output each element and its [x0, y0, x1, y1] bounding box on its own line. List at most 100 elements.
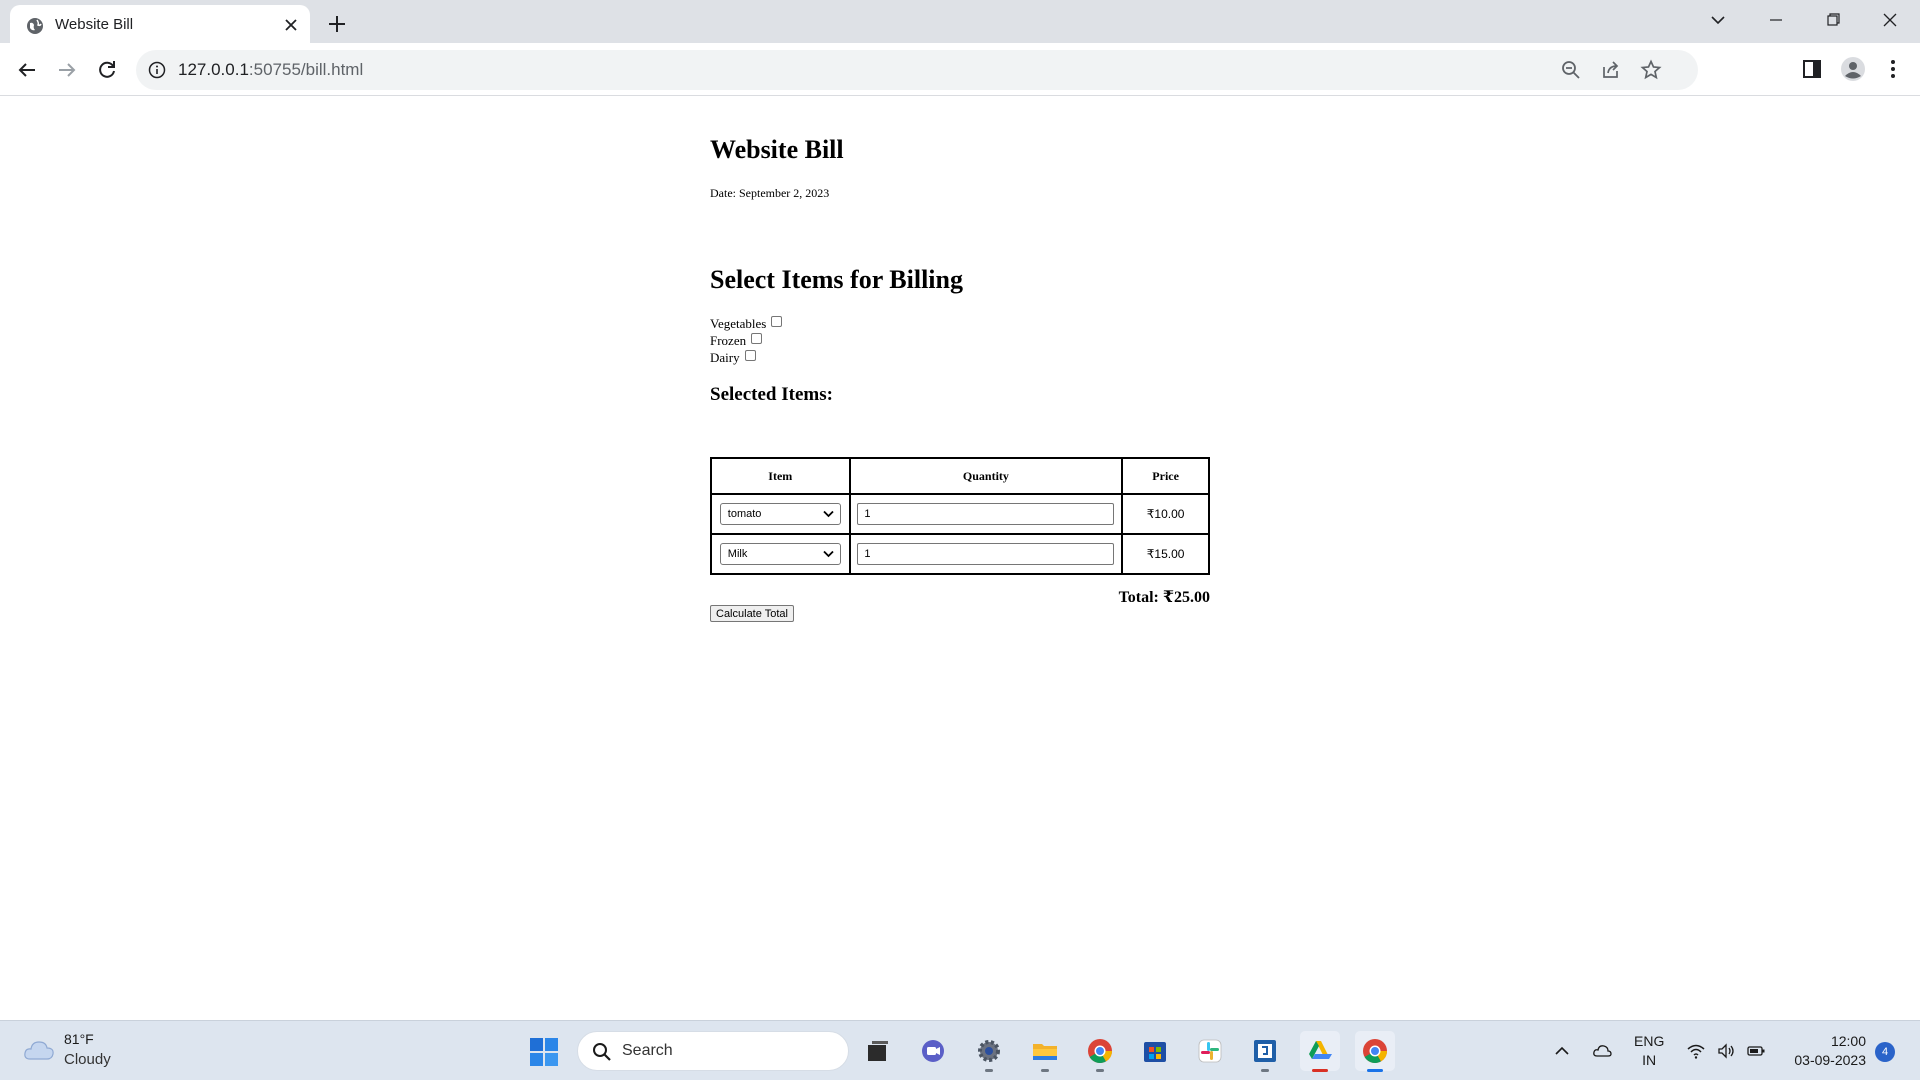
store-app[interactable] [1135, 1031, 1175, 1071]
wifi-icon[interactable] [1686, 1041, 1706, 1061]
video-chat-icon [922, 1040, 944, 1062]
system-clock[interactable]: 12:00 03-09-2023 [1794, 1032, 1866, 1070]
chrome-icon [1363, 1039, 1387, 1064]
notification-badge[interactable]: 4 [1875, 1042, 1895, 1062]
selected-items-heading: Selected Items: [710, 384, 833, 405]
minimize-icon[interactable] [1764, 8, 1788, 32]
item-select-value: tomato [727, 508, 762, 520]
editor-icon [1254, 1040, 1276, 1062]
drive-icon [1309, 1041, 1332, 1059]
profile-avatar-icon[interactable] [1840, 56, 1866, 82]
bill-table: Item Quantity Price tomato 1 ₹10.00 Milk… [710, 457, 1210, 575]
language-indicator[interactable]: ENG IN [1634, 1032, 1664, 1070]
clock-time: 12:00 [1830, 1033, 1866, 1049]
item-cell: tomato [711, 494, 850, 534]
item-select[interactable]: Milk [719, 543, 841, 565]
url-host: 127.0.0.1 [178, 60, 249, 79]
category-label: Dairy [710, 350, 740, 365]
table-row: Milk 1 ₹15.00 [711, 534, 1209, 574]
slack-icon [1198, 1039, 1222, 1063]
windows-start-icon[interactable] [529, 1037, 559, 1067]
page-title: Website Bill [710, 135, 844, 164]
side-panel-icon[interactable] [1799, 56, 1825, 82]
slack-app[interactable] [1190, 1031, 1230, 1071]
globe-icon [27, 18, 43, 34]
vegetables-checkbox[interactable] [771, 316, 783, 327]
back-arrow-icon[interactable] [13, 56, 41, 84]
bill-date: Date: September 2, 2023 [710, 186, 830, 200]
meet-app[interactable] [913, 1031, 953, 1071]
item-select-value: Milk [727, 548, 748, 560]
language-region: IN [1642, 1052, 1657, 1068]
drive-app[interactable] [1300, 1031, 1340, 1072]
store-icon [1144, 1042, 1166, 1062]
search-placeholder: Search [622, 1042, 673, 1059]
browser-toolbar: 127.0.0.1:50755/bill.html [0, 43, 1920, 96]
quantity-cell: 1 [849, 494, 1123, 534]
total-amount: Total: ₹25.00 [1118, 589, 1210, 606]
new-tab-button[interactable] [323, 10, 351, 38]
close-tab-icon[interactable] [282, 16, 300, 34]
web-page: Website Bill Date: September 2, 2023 Sel… [0, 97, 1920, 1020]
frozen-checkbox[interactable] [751, 333, 763, 344]
quantity-input[interactable]: 1 [857, 543, 1115, 565]
select-items-heading: Select Items for Billing [710, 265, 963, 294]
menu-kebab-icon[interactable] [1880, 56, 1906, 82]
windows-taskbar: 81°F Cloudy Search ENG IN 12:00 03-09-20… [0, 1020, 1920, 1080]
dairy-checkbox[interactable] [744, 350, 756, 361]
zoom-icon[interactable] [1560, 59, 1582, 81]
calculate-total-button[interactable]: Calculate Total [710, 605, 794, 622]
volume-icon[interactable] [1716, 1041, 1736, 1061]
folder-icon [1033, 1044, 1057, 1060]
price-cell: ₹15.00 [1122, 534, 1209, 574]
running-indicator [1041, 1069, 1049, 1072]
header-quantity: Quantity [849, 458, 1123, 494]
file-explorer-app[interactable] [1025, 1031, 1065, 1072]
table-row: tomato 1 ₹10.00 [711, 494, 1209, 534]
language-code: ENG [1634, 1033, 1665, 1049]
task-view-app[interactable] [858, 1031, 898, 1071]
chrome-active-app[interactable] [1355, 1031, 1395, 1072]
share-icon[interactable] [1600, 59, 1622, 81]
table-header-row: Item Quantity Price [711, 458, 1209, 494]
battery-icon[interactable] [1746, 1041, 1766, 1061]
category-dairy: Dairy [710, 350, 756, 366]
category-label: Frozen [710, 333, 747, 348]
item-cell: Milk [711, 534, 850, 574]
site-info-icon[interactable] [148, 61, 166, 79]
running-indicator [985, 1069, 993, 1072]
quantity-input[interactable]: 1 [857, 503, 1115, 525]
running-indicator [1261, 1069, 1269, 1072]
running-indicator [1312, 1069, 1328, 1072]
category-frozen: Frozen [710, 333, 763, 349]
running-indicator [1096, 1069, 1104, 1072]
tab-search-chevron-icon[interactable] [1706, 8, 1730, 32]
onedrive-cloud-icon[interactable] [1592, 1041, 1612, 1061]
chrome-app[interactable] [1080, 1031, 1120, 1072]
header-price: Price [1122, 458, 1209, 494]
search-icon [593, 1043, 611, 1061]
chevron-down-icon [823, 550, 834, 558]
restore-icon[interactable] [1821, 8, 1845, 32]
browser-tabstrip: Website Bill [0, 0, 1920, 43]
weather-condition: Cloudy [64, 1051, 111, 1068]
weather-temperature: 81°F [64, 1031, 94, 1047]
cloud-icon[interactable] [22, 1037, 56, 1063]
address-bar[interactable]: 127.0.0.1:50755/bill.html [136, 50, 1698, 90]
taskbar-search[interactable]: Search [577, 1031, 849, 1071]
forward-arrow-icon[interactable] [53, 56, 81, 84]
category-label: Vegetables [710, 316, 767, 331]
price-cell: ₹10.00 [1122, 494, 1209, 534]
task-view-icon [868, 1041, 888, 1061]
editor-app[interactable] [1245, 1031, 1285, 1072]
url-text: 127.0.0.1:50755/bill.html [178, 60, 363, 80]
clock-date: 03-09-2023 [1794, 1052, 1866, 1068]
reload-icon[interactable] [93, 56, 121, 84]
item-select[interactable]: tomato [719, 503, 841, 525]
chevron-up-icon[interactable] [1552, 1041, 1572, 1061]
tab-website-bill[interactable]: Website Bill [10, 5, 310, 43]
quantity-cell: 1 [849, 534, 1123, 574]
settings-app[interactable] [969, 1031, 1009, 1072]
close-window-icon[interactable] [1878, 8, 1902, 32]
bookmark-star-icon[interactable] [1640, 59, 1662, 81]
